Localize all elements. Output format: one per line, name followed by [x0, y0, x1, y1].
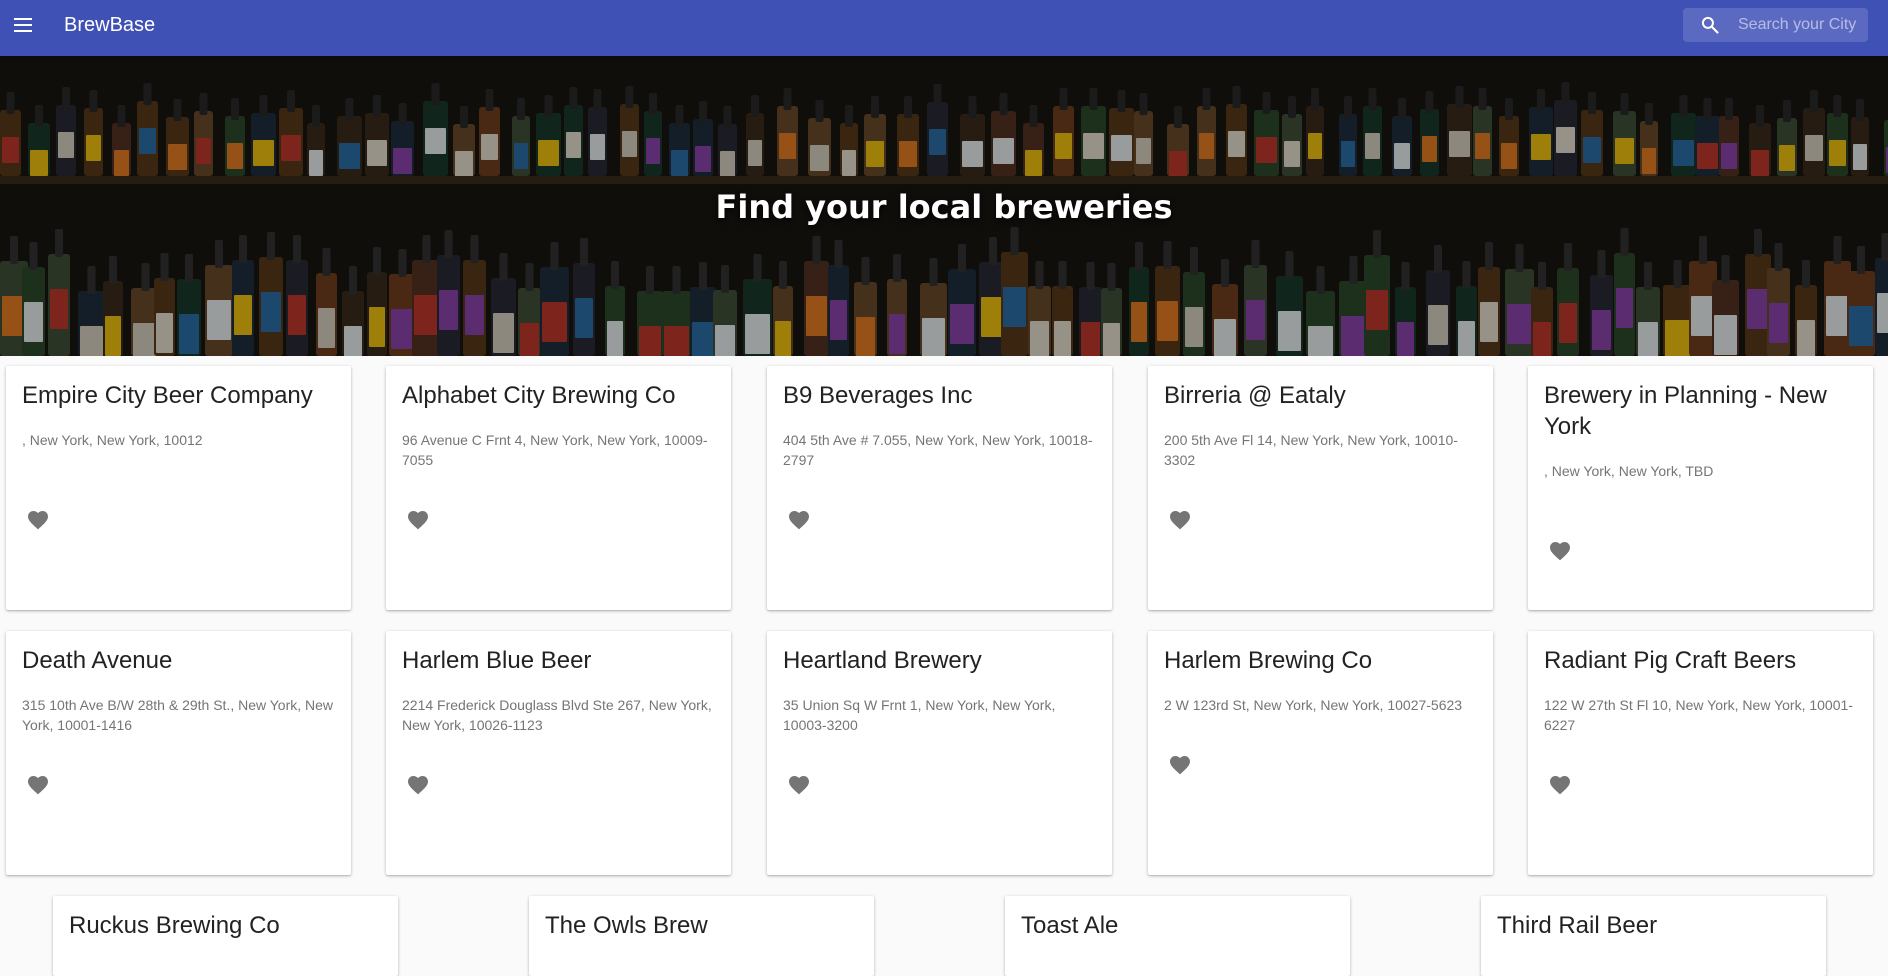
brewery-name: Toast Ale: [1021, 910, 1331, 941]
heart-icon[interactable]: [406, 508, 430, 532]
brewery-card[interactable]: Harlem Brewing Co 2 W 123rd St, New York,…: [1148, 631, 1493, 875]
brewery-name: The Owls Brew: [545, 910, 855, 941]
brewery-name: Brewery in Planning - New York: [1544, 380, 1854, 442]
brewery-address: 404 5th Ave # 7.055, New York, New York,…: [783, 430, 1101, 470]
brewery-card[interactable]: Brewery in Planning - New York , New York…: [1528, 366, 1873, 610]
brewery-address: 35 Union Sq W Frnt 1, New York, New York…: [783, 695, 1101, 735]
brewery-name: Radiant Pig Craft Beers: [1544, 645, 1854, 676]
app-bar: BrewBase: [0, 0, 1888, 56]
heart-icon[interactable]: [26, 508, 50, 532]
brewery-name: Harlem Blue Beer: [402, 645, 712, 676]
brewery-card[interactable]: The Owls Brew: [529, 896, 874, 976]
brewery-name: Ruckus Brewing Co: [69, 910, 379, 941]
hero-banner: Find your local breweries: [0, 56, 1888, 356]
brewery-name: Heartland Brewery: [783, 645, 1093, 676]
brewery-name: Birreria @ Eataly: [1164, 380, 1474, 411]
heart-icon[interactable]: [1168, 508, 1192, 532]
heart-icon[interactable]: [787, 508, 811, 532]
brewery-card[interactable]: B9 Beverages Inc 404 5th Ave # 7.055, New…: [767, 366, 1112, 610]
brewery-card[interactable]: Radiant Pig Craft Beers 122 W 27th St Fl …: [1528, 631, 1873, 875]
brewery-name: Harlem Brewing Co: [1164, 645, 1474, 676]
brewery-address: 2 W 123rd St, New York, New York, 10027-…: [1164, 695, 1482, 715]
brewery-address: 315 10th Ave B/W 28th & 29th St., New Yo…: [22, 695, 340, 735]
heart-icon[interactable]: [1548, 539, 1572, 563]
brewery-address: 122 W 27th St Fl 10, New York, New York,…: [1544, 695, 1862, 735]
heart-icon[interactable]: [406, 773, 430, 797]
heart-icon[interactable]: [1548, 773, 1572, 797]
heart-icon[interactable]: [26, 773, 50, 797]
search-box[interactable]: [1683, 8, 1868, 42]
brewery-name: Third Rail Beer: [1497, 910, 1807, 941]
brewery-address: , New York, New York, 10012: [22, 430, 340, 450]
brewery-address: , New York, New York, TBD: [1544, 461, 1862, 481]
brewery-name: Empire City Beer Company: [22, 380, 332, 411]
brewery-card[interactable]: Alphabet City Brewing Co 96 Avenue C Frnt…: [386, 366, 731, 610]
brewery-name: Alphabet City Brewing Co: [402, 380, 712, 411]
brewery-card[interactable]: Ruckus Brewing Co: [53, 896, 398, 976]
brewery-address: 200 5th Ave Fl 14, New York, New York, 1…: [1164, 430, 1482, 470]
brewery-card[interactable]: Death Avenue 315 10th Ave B/W 28th & 29th…: [6, 631, 351, 875]
search-input[interactable]: [1738, 8, 1863, 42]
hero-title: Find your local breweries: [0, 188, 1888, 226]
app-title: BrewBase: [64, 13, 155, 37]
menu-icon[interactable]: [10, 12, 38, 38]
heart-icon[interactable]: [1168, 753, 1192, 777]
brewery-card[interactable]: Third Rail Beer: [1481, 896, 1826, 976]
brewery-card[interactable]: Toast Ale: [1005, 896, 1350, 976]
brewery-name: Death Avenue: [22, 645, 332, 676]
brewery-address: 2214 Frederick Douglass Blvd Ste 267, Ne…: [402, 695, 720, 735]
brewery-card[interactable]: Heartland Brewery 35 Union Sq W Frnt 1, N…: [767, 631, 1112, 875]
brewery-card[interactable]: Empire City Beer Company , New York, New …: [6, 366, 351, 610]
brewery-address: 96 Avenue C Frnt 4, New York, New York, …: [402, 430, 720, 470]
brewery-card[interactable]: Harlem Blue Beer 2214 Frederick Douglass …: [386, 631, 731, 875]
brewery-name: B9 Beverages Inc: [783, 380, 1093, 411]
search-icon: [1700, 15, 1720, 35]
brewery-card[interactable]: Birreria @ Eataly 200 5th Ave Fl 14, New …: [1148, 366, 1493, 610]
heart-icon[interactable]: [787, 773, 811, 797]
